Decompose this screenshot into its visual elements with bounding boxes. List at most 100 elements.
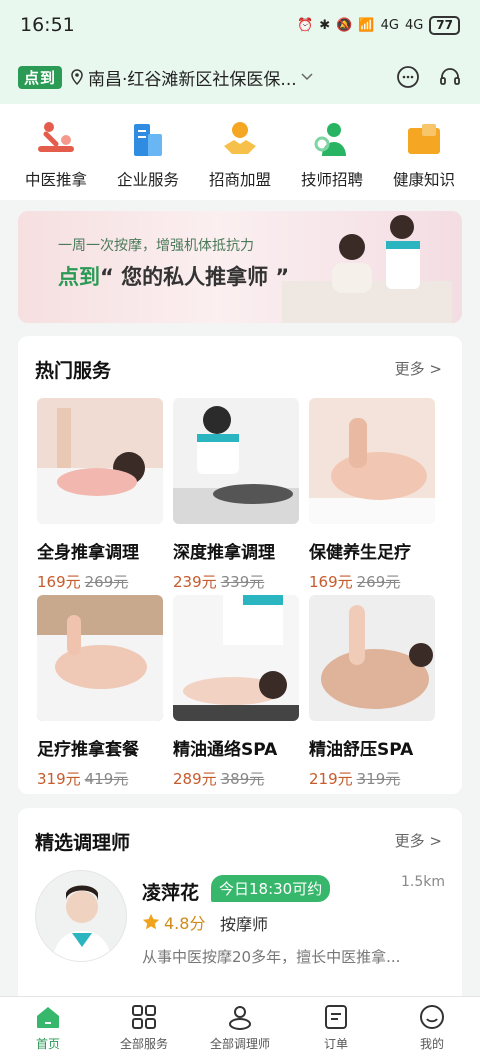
original-price: 269元: [84, 573, 129, 591]
banner-brand: 点到: [58, 265, 100, 289]
tab-label: 订单: [323, 1037, 348, 1051]
category-label: 技师招聘: [300, 171, 363, 189]
tab-mine[interactable]: 我的: [384, 1003, 480, 1058]
service-image: [173, 595, 299, 721]
alarm-icon: ⏰: [297, 17, 314, 33]
status-bar: 16:51 ⏰ ✱ 🔕 📶 4G 4G 77: [0, 0, 480, 50]
service-price: 289元 389元: [173, 768, 299, 789]
service-price: 169元 269元: [309, 571, 435, 592]
therapist-description: 从事中医按摩20多年，擅长中医推拿...: [142, 948, 401, 966]
bluetooth-icon: ✱: [319, 17, 331, 33]
more-link[interactable]: 更多 >: [395, 358, 442, 379]
service-name: 精油舒压SPA: [309, 740, 414, 760]
section-title: 热门服务: [35, 360, 112, 382]
order-icon: [325, 1005, 347, 1029]
chevron-down-icon: [301, 73, 313, 81]
category-label: 健康知识: [392, 171, 455, 189]
hot-services-card: 热门服务 更多 > 全身推拿调理 169元 269元 深度推拿调理 239元 339…: [18, 336, 462, 794]
rating-value: 4.8分: [164, 914, 206, 933]
availability-badge: 今日18:30可约: [211, 875, 331, 902]
category-massage[interactable]: 中医推拿: [13, 120, 99, 200]
current-price: 169元: [309, 573, 353, 591]
original-price: 389元: [220, 770, 265, 788]
wifi-icon: 📶: [358, 17, 375, 33]
message-icon[interactable]: [396, 65, 420, 89]
service-image: [37, 398, 163, 524]
original-price: 419元: [84, 770, 129, 788]
tab-label: 全部调理师: [209, 1037, 270, 1051]
service-item[interactable]: 保健养生足疗 169元 269元: [309, 398, 435, 592]
service-name: 保健养生足疗: [309, 543, 411, 563]
building-icon: [134, 124, 162, 156]
location-text: 南昌·红谷滩新区社保医保...: [88, 69, 297, 90]
current-price: 289元: [173, 770, 217, 788]
folder-icon: [408, 124, 440, 154]
signal-icon: 4G: [380, 17, 399, 33]
tab-orders[interactable]: 订单: [288, 1003, 384, 1058]
category-label: 企业服务: [116, 171, 179, 189]
category-bar: 中医推拿 企业服务 招商加盟 技师招聘 健康知识: [0, 104, 480, 200]
selected-therapists-card: 精选调理师 更多 > 凌萍花 今日18:30可约 1.5km 4.8分 按摩师 …: [18, 808, 462, 1008]
tab-home[interactable]: 首页: [0, 1003, 96, 1058]
service-name: 全身推拿调理: [37, 543, 139, 563]
therapist-role: 按摩师: [220, 915, 269, 934]
service-image: [309, 595, 435, 721]
service-price: 239元 339元: [173, 571, 299, 592]
recruit-icon: [314, 123, 346, 156]
banner-slogan: “ 您的私人推拿师 ”: [100, 265, 290, 289]
app-logo: 点到: [18, 65, 63, 89]
category-enterprise[interactable]: 企业服务: [105, 120, 191, 200]
person-icon: [229, 1006, 251, 1030]
smile-icon: [420, 1005, 444, 1029]
service-item[interactable]: 深度推拿调理 239元 339元: [173, 398, 299, 592]
home-icon: [37, 1007, 59, 1028]
more-link[interactable]: 更多 >: [395, 830, 442, 851]
service-image: [173, 398, 299, 524]
current-price: 319元: [37, 770, 81, 788]
tab-all-services[interactable]: 全部服务: [96, 1003, 192, 1058]
original-price: 269元: [356, 573, 401, 591]
category-health[interactable]: 健康知识: [381, 120, 467, 200]
bottom-tab-bar: 首页 全部服务 全部调理师 订单 我的: [0, 996, 480, 1058]
service-price: 169元 269元: [37, 571, 163, 592]
service-image: [309, 398, 435, 524]
status-icons: ⏰ ✱ 🔕 📶 4G 4G 77: [297, 15, 460, 35]
signal-icon-2: 4G: [404, 17, 424, 33]
massage-icon: [38, 122, 74, 152]
category-franchise[interactable]: 招商加盟: [197, 120, 283, 200]
current-price: 239元: [173, 573, 217, 591]
tab-all-therapists[interactable]: 全部调理师: [192, 1003, 288, 1058]
battery-icon: 77: [429, 15, 460, 35]
current-price: 219元: [309, 770, 353, 788]
service-item[interactable]: 精油舒压SPA 219元 319元: [309, 595, 435, 789]
service-name: 足疗推拿套餐: [37, 740, 139, 760]
mute-icon: 🔕: [336, 17, 353, 33]
service-item[interactable]: 全身推拿调理 169元 269元: [37, 398, 163, 592]
service-price: 319元 419元: [37, 768, 163, 789]
banner-tagline: 一周一次按摩，增强机体抵抗力: [58, 238, 254, 254]
service-name: 精油通络SPA: [173, 740, 278, 760]
banner-illustration: [282, 215, 452, 323]
tab-label: 我的: [419, 1037, 444, 1051]
promo-banner[interactable]: 一周一次按摩，增强机体抵抗力 点到“ 您的私人推拿师 ”: [18, 211, 462, 323]
tab-label: 首页: [35, 1037, 60, 1051]
location-bar: 点到 南昌·红谷滩新区社保医保...: [0, 50, 480, 104]
service-image: [37, 595, 163, 721]
avatar[interactable]: [35, 870, 127, 962]
headset-icon[interactable]: [438, 65, 462, 89]
category-recruit[interactable]: 技师招聘: [289, 120, 375, 200]
handshake-icon: [224, 122, 256, 154]
status-time: 16:51: [20, 14, 75, 36]
distance: 1.5km: [400, 874, 445, 890]
banner-slogan-line: 点到“ 您的私人推拿师 ”: [58, 261, 289, 291]
service-name: 深度推拿调理: [173, 543, 275, 563]
location-pin-icon: [71, 69, 83, 85]
service-item[interactable]: 足疗推拿套餐 319元 419元: [37, 595, 163, 789]
category-label: 招商加盟: [208, 171, 271, 189]
current-price: 169元: [37, 573, 81, 591]
star-icon: [142, 913, 160, 930]
section-title: 精选调理师: [35, 832, 131, 854]
location-selector[interactable]: 南昌·红谷滩新区社保医保...: [70, 65, 313, 90]
service-item[interactable]: 精油通络SPA 289元 389元: [173, 595, 299, 789]
rating: 4.8分: [142, 910, 205, 934]
